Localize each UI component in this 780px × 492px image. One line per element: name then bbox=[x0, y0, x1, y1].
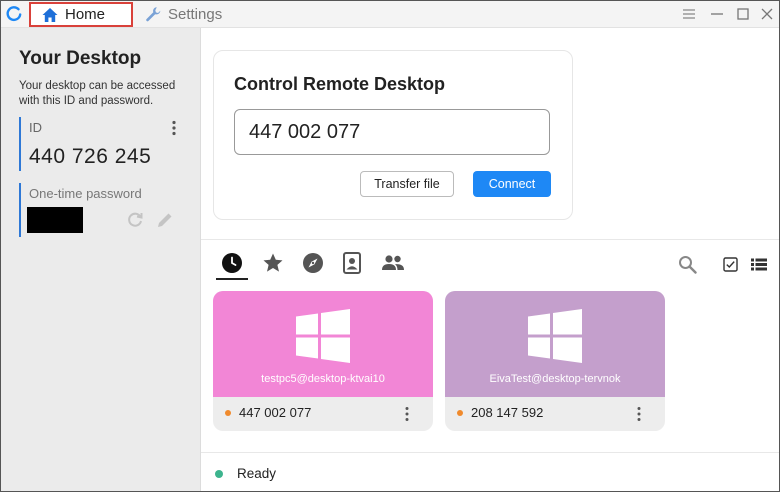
list-view-icon bbox=[751, 258, 767, 270]
address-book-icon bbox=[343, 252, 361, 274]
one-time-password-block: One-time password bbox=[19, 183, 191, 237]
group-icon bbox=[382, 255, 404, 270]
tab-home-label: Home bbox=[65, 6, 106, 23]
desktop-id-block: ID 440 726 245 bbox=[19, 117, 191, 171]
peer-card[interactable]: testpc5@desktop-ktvai10 447 002 077 bbox=[213, 291, 433, 431]
peer-hostname: EivaTest@desktop-tervnok bbox=[489, 373, 621, 385]
status-bar: Ready bbox=[201, 452, 779, 491]
your-desktop-panel: Your Desktop Your desktop can be accesse… bbox=[1, 28, 201, 491]
peer-hostname: testpc5@desktop-ktvai10 bbox=[261, 373, 385, 385]
connect-button[interactable]: Connect bbox=[473, 171, 551, 197]
password-redacted bbox=[27, 207, 83, 233]
maximize-icon bbox=[737, 8, 749, 20]
list-view-button[interactable] bbox=[749, 254, 769, 274]
status-text: Ready bbox=[237, 466, 277, 481]
peer-more-icon[interactable] bbox=[404, 406, 410, 422]
title-bar: Home Settings bbox=[1, 1, 779, 28]
menu-icon bbox=[683, 9, 695, 19]
tab-address-book[interactable] bbox=[340, 251, 364, 275]
id-label: ID bbox=[29, 120, 42, 135]
peer-id: 447 002 077 bbox=[239, 405, 312, 420]
tab-home[interactable]: Home bbox=[29, 2, 133, 27]
id-more-icon[interactable] bbox=[171, 120, 177, 136]
discovered-icon bbox=[303, 253, 323, 273]
windows-logo-icon bbox=[528, 309, 582, 363]
peer-status-dot bbox=[457, 410, 463, 416]
windows-logo-icon bbox=[296, 309, 350, 363]
remote-id-input[interactable] bbox=[234, 109, 550, 155]
checkbox-icon bbox=[722, 256, 738, 272]
tab-settings-label: Settings bbox=[168, 5, 223, 23]
peer-status-dot bbox=[225, 410, 231, 416]
password-label: One-time password bbox=[29, 186, 142, 201]
your-desktop-description: Your desktop can be accessed with this I… bbox=[19, 80, 176, 107]
wrench-icon bbox=[146, 6, 161, 21]
favorites-icon bbox=[263, 253, 283, 272]
minimize-icon bbox=[711, 13, 723, 15]
refresh-password-icon[interactable] bbox=[126, 211, 144, 229]
your-desktop-title: Your Desktop bbox=[19, 48, 142, 69]
divider bbox=[201, 239, 779, 240]
home-icon bbox=[42, 7, 58, 22]
tab-settings[interactable]: Settings bbox=[145, 4, 222, 24]
minimize-button[interactable] bbox=[709, 6, 725, 22]
menu-button[interactable] bbox=[681, 6, 697, 22]
edit-password-icon[interactable] bbox=[155, 210, 175, 230]
desktop-id-value[interactable]: 440 726 245 bbox=[29, 145, 151, 169]
status-dot bbox=[215, 470, 223, 478]
search-peers-button[interactable] bbox=[677, 254, 697, 274]
recent-sessions-icon bbox=[222, 253, 242, 273]
close-button[interactable] bbox=[759, 6, 775, 22]
search-icon bbox=[678, 255, 697, 274]
maximize-button[interactable] bbox=[735, 6, 751, 22]
active-tab-indicator bbox=[216, 278, 248, 280]
transfer-file-button[interactable]: Transfer file bbox=[360, 171, 454, 197]
app-window: Home Settings Your Desktop Your desktop … bbox=[0, 0, 780, 492]
peer-id: 208 147 592 bbox=[471, 405, 544, 420]
peer-more-icon[interactable] bbox=[636, 406, 642, 422]
control-remote-title: Control Remote Desktop bbox=[234, 74, 446, 94]
tab-recent-sessions[interactable] bbox=[220, 251, 244, 275]
select-mode-button[interactable] bbox=[720, 254, 740, 274]
close-icon bbox=[761, 8, 773, 20]
tab-group[interactable] bbox=[381, 251, 405, 275]
tab-discovered[interactable] bbox=[301, 251, 325, 275]
app-logo-icon bbox=[6, 6, 22, 22]
tab-favorites[interactable] bbox=[261, 251, 285, 275]
peer-card[interactable]: EivaTest@desktop-tervnok 208 147 592 bbox=[445, 291, 665, 431]
control-remote-card: Control Remote Desktop Transfer file Con… bbox=[213, 50, 573, 220]
